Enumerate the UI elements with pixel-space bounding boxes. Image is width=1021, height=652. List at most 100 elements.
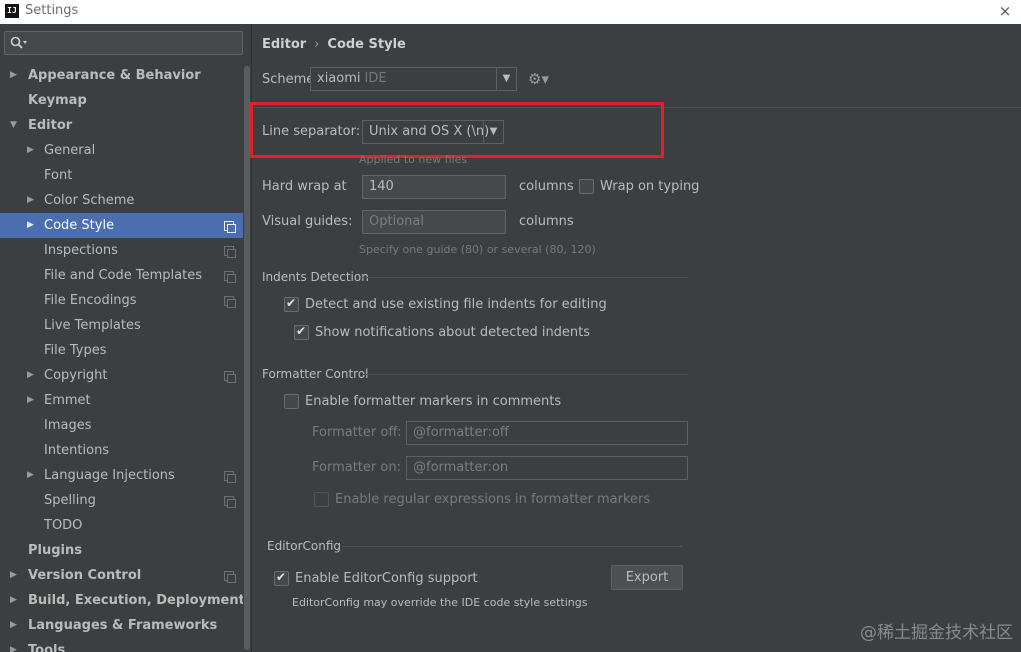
sidebar-item-label: Inspections xyxy=(44,243,118,258)
hard-wrap-input[interactable]: 140 xyxy=(362,175,506,199)
sidebar-item-language-injections[interactable]: ▶ Language Injections xyxy=(0,463,243,488)
sidebar-item-label: Keymap xyxy=(28,93,87,108)
visual-guides-placeholder: Optional xyxy=(369,214,424,229)
sidebar-item-version-control[interactable]: ▶ Version Control xyxy=(0,563,243,588)
breadcrumb-parent[interactable]: Editor xyxy=(262,37,306,52)
breadcrumb-separator-icon: › xyxy=(314,37,320,52)
sidebar-item-file-encodings[interactable]: File Encodings xyxy=(0,288,243,313)
scheme-value: xiaomi xyxy=(317,71,361,86)
sidebar-item-label: TODO xyxy=(44,518,83,533)
visual-guides-unit: columns xyxy=(519,214,574,229)
formatter-on-label: Formatter on: xyxy=(312,460,401,475)
chevron-down-icon[interactable]: ▼ xyxy=(483,121,503,143)
expand-right-icon[interactable]: ▶ xyxy=(10,638,20,652)
expand-right-icon[interactable]: ▶ xyxy=(27,138,37,163)
export-button[interactable]: Export xyxy=(611,565,683,590)
sidebar-item-appearance-behavior[interactable]: ▶ Appearance & Behavior xyxy=(0,63,243,88)
divider xyxy=(342,546,682,547)
sidebar-item-label: Images xyxy=(44,418,92,433)
wrap-on-typing-checkbox[interactable] xyxy=(579,179,594,194)
divider xyxy=(362,374,688,375)
formatter-on-input[interactable]: @formatter:on xyxy=(406,456,688,480)
sidebar-item-label: Language Injections xyxy=(44,468,175,483)
sidebar-item-label: File Encodings xyxy=(44,293,137,308)
indents-section-title: Indents Detection xyxy=(262,270,369,284)
sidebar-item-live-templates[interactable]: Live Templates xyxy=(0,313,243,338)
gear-icon[interactable]: ⚙▾ xyxy=(528,70,552,90)
project-scope-icon xyxy=(224,371,236,383)
expand-down-icon[interactable]: ▼ xyxy=(10,113,20,138)
detect-indents-checkbox[interactable] xyxy=(284,296,299,312)
sidebar-item-inspections[interactable]: Inspections xyxy=(0,238,243,263)
notify-indents-checkbox[interactable] xyxy=(294,324,309,340)
project-scope-icon xyxy=(224,246,236,258)
detect-indents-label[interactable]: Detect and use existing file indents for… xyxy=(305,297,607,312)
breadcrumb: Editor › Code Style xyxy=(262,37,406,52)
sidebar-item-label: Build, Execution, Deployment xyxy=(28,593,245,608)
expand-right-icon[interactable]: ▶ xyxy=(10,63,20,88)
sidebar-item-emmet[interactable]: ▶ Emmet xyxy=(0,388,243,413)
visual-guides-hint: Specify one guide (80) or several (80, 1… xyxy=(359,243,596,256)
sidebar-item-file-and-code-templates[interactable]: File and Code Templates xyxy=(0,263,243,288)
sidebar-item-images[interactable]: Images xyxy=(0,413,243,438)
line-separator-hint: Applied to new files xyxy=(359,153,468,166)
sidebar-item-label: Font xyxy=(44,168,73,183)
sidebar-item-label: Languages & Frameworks xyxy=(28,618,218,633)
expand-right-icon[interactable]: ▶ xyxy=(10,613,20,638)
expand-right-icon[interactable]: ▶ xyxy=(10,588,20,613)
expand-right-icon[interactable]: ▶ xyxy=(27,363,37,388)
sidebar-item-label: Tools xyxy=(28,643,66,652)
sidebar-item-spelling[interactable]: Spelling xyxy=(0,488,243,513)
sidebar-item-label: Code Style xyxy=(44,218,115,233)
sidebar-item-editor[interactable]: ▼ Editor xyxy=(0,113,243,138)
sidebar-item-file-types[interactable]: File Types xyxy=(0,338,243,363)
visual-guides-input[interactable]: Optional xyxy=(362,210,506,234)
project-scope-icon xyxy=(224,221,236,233)
sidebar-item-code-style[interactable]: ▶ Code Style xyxy=(0,213,243,238)
expand-right-icon[interactable]: ▶ xyxy=(10,563,20,588)
editorconfig-checkbox[interactable] xyxy=(274,570,289,586)
expand-right-icon[interactable]: ▶ xyxy=(27,188,37,213)
notify-indents-label[interactable]: Show notifications about detected indent… xyxy=(315,325,590,340)
sidebar-item-label: File and Code Templates xyxy=(44,268,202,283)
sidebar-item-languages-frameworks[interactable]: ▶ Languages & Frameworks xyxy=(0,613,243,638)
formatter-regex-label[interactable]: Enable regular expressions in formatter … xyxy=(335,492,650,507)
sidebar-item-intentions[interactable]: Intentions xyxy=(0,438,243,463)
sidebar-item-tools[interactable]: ▶ Tools xyxy=(0,638,243,652)
close-button[interactable]: × xyxy=(995,1,1015,21)
sidebar-item-copyright[interactable]: ▶ Copyright xyxy=(0,363,243,388)
expand-right-icon[interactable]: ▶ xyxy=(27,213,37,238)
scheme-dropdown[interactable]: xiaomi IDE ▼ xyxy=(310,67,517,91)
formatter-markers-label[interactable]: Enable formatter markers in comments xyxy=(305,394,561,409)
sidebar-item-label: File Types xyxy=(44,343,107,358)
sidebar-item-font[interactable]: Font xyxy=(0,163,243,188)
sidebar-item-build-execution-deployment[interactable]: ▶ Build, Execution, Deployment xyxy=(0,588,245,613)
formatter-markers-checkbox[interactable] xyxy=(284,394,299,409)
scheme-sub: IDE xyxy=(364,71,387,86)
sidebar-item-label: Spelling xyxy=(44,493,96,508)
sidebar-item-general[interactable]: ▶ General xyxy=(0,138,243,163)
formatter-off-input[interactable]: @formatter:off xyxy=(406,421,688,445)
hard-wrap-unit: columns xyxy=(519,179,574,194)
wrap-on-typing-label[interactable]: Wrap on typing xyxy=(600,179,699,194)
intellij-logo-icon: IJ xyxy=(5,4,19,18)
expand-right-icon[interactable]: ▶ xyxy=(27,463,37,488)
sidebar-item-label: Intentions xyxy=(44,443,110,458)
editorconfig-label[interactable]: Enable EditorConfig support xyxy=(295,571,478,586)
editorconfig-note: EditorConfig may override the IDE code s… xyxy=(292,596,588,609)
chevron-down-icon[interactable]: ▼ xyxy=(496,68,516,90)
editorconfig-section-title: EditorConfig xyxy=(267,539,342,553)
formatter-regex-checkbox[interactable] xyxy=(314,492,329,507)
sidebar-item-label: Color Scheme xyxy=(44,193,135,208)
sidebar-item-todo[interactable]: TODO xyxy=(0,513,243,538)
sidebar-item-keymap[interactable]: Keymap xyxy=(0,88,243,113)
settings-search-input[interactable] xyxy=(4,31,243,55)
formatter-on-value: @formatter:on xyxy=(413,460,509,475)
sidebar-item-color-scheme[interactable]: ▶ Color Scheme xyxy=(0,188,243,213)
expand-right-icon[interactable]: ▶ xyxy=(27,388,37,413)
formatter-off-value: @formatter:off xyxy=(413,425,509,440)
settings-content: Editor › Code Style Scheme: xiaomi IDE ▼ ⚙▾… xyxy=(250,24,1021,652)
sidebar-item-label: Live Templates xyxy=(44,318,141,333)
line-separator-dropdown[interactable]: Unix and OS X (\n) ▼ xyxy=(362,120,504,144)
sidebar-item-plugins[interactable]: Plugins xyxy=(0,538,243,563)
